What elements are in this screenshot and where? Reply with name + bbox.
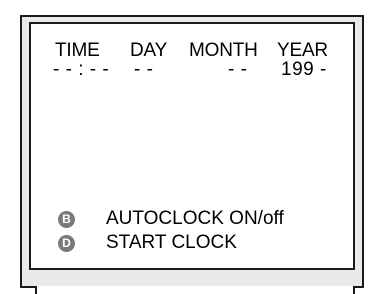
- circle-d-icon: D: [58, 234, 75, 252]
- month-header: MONTH: [189, 40, 258, 61]
- clock-setup-screen: TIME DAY MONTH YEAR - - : - - - - - - 19…: [29, 22, 355, 270]
- time-value[interactable]: - - : - -: [53, 60, 109, 79]
- day-value[interactable]: - -: [134, 60, 153, 79]
- autoclock-label: AUTOCLOCK ON/off: [106, 208, 284, 229]
- tv-stand: [35, 286, 355, 294]
- start-clock-label: START CLOCK: [106, 232, 237, 253]
- year-header: YEAR: [277, 40, 328, 61]
- circle-b-icon: B: [58, 210, 75, 228]
- option-autoclock[interactable]: B AUTOCLOCK ON/off: [58, 208, 284, 229]
- month-value[interactable]: - -: [228, 60, 247, 79]
- year-value[interactable]: 199 -: [281, 60, 327, 79]
- time-header: TIME: [55, 40, 100, 61]
- option-start-clock[interactable]: D START CLOCK: [58, 232, 237, 253]
- day-header: DAY: [130, 40, 168, 61]
